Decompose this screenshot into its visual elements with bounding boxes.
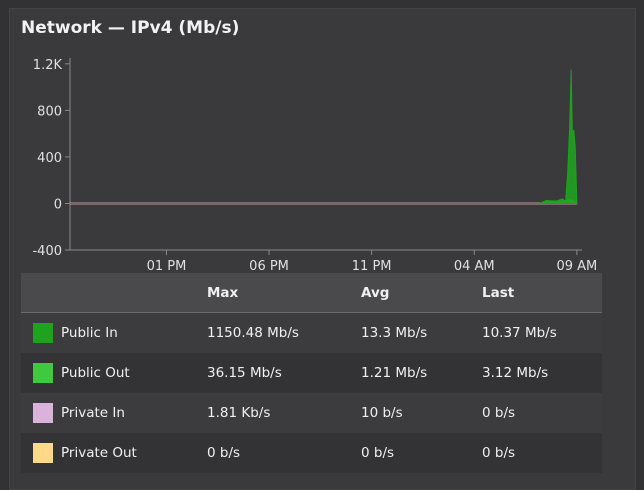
x-tick-label: 06 PM bbox=[249, 259, 289, 270]
legend-row-public-in[interactable]: Public In 1150.48 Mb/s 13.3 Mb/s 10.37 M… bbox=[21, 312, 602, 353]
legend-max-value: 1150.48 Mb/s bbox=[207, 312, 361, 353]
y-tick-label: 800 bbox=[37, 104, 62, 119]
legend-swatch bbox=[33, 403, 53, 423]
series-area-public-in bbox=[70, 69, 578, 204]
y-tick-label: 400 bbox=[37, 151, 62, 166]
legend-swatch bbox=[33, 323, 53, 343]
legend-series-name: Public In bbox=[61, 325, 118, 341]
legend-header-last[interactable]: Last bbox=[482, 273, 602, 313]
legend-row-private-out[interactable]: Private Out 0 b/s 0 b/s 0 b/s bbox=[21, 433, 602, 473]
x-tick-label: 01 PM bbox=[147, 259, 187, 270]
x-tick-label: 11 PM bbox=[352, 259, 392, 270]
legend-header-avg[interactable]: Avg bbox=[361, 273, 482, 313]
y-tick-label: 1.2K bbox=[33, 58, 63, 73]
y-tick-label: 0 bbox=[54, 197, 62, 212]
legend-swatch bbox=[33, 363, 53, 383]
legend-table: Max Avg Last Public In 1150.48 Mb/s 13.3… bbox=[21, 273, 602, 473]
legend-avg-value: 10 b/s bbox=[361, 393, 482, 433]
legend-avg-value: 1.21 Mb/s bbox=[361, 353, 482, 393]
legend-series-name: Private In bbox=[61, 405, 125, 421]
x-tick-label: 09 AM bbox=[556, 259, 597, 270]
legend-series-name: Private Out bbox=[61, 445, 137, 461]
legend-avg-value: 13.3 Mb/s bbox=[361, 312, 482, 353]
legend-header-max[interactable]: Max bbox=[207, 273, 361, 313]
legend-series-name: Public Out bbox=[61, 365, 130, 381]
legend-last-value: 10.37 Mb/s bbox=[482, 312, 602, 353]
legend-last-value: 3.12 Mb/s bbox=[482, 353, 602, 393]
legend-header-name bbox=[21, 273, 207, 313]
legend-last-value: 0 b/s bbox=[482, 433, 602, 473]
network-chart: 1.2K 800 400 0 -400 01 PM 06 PM 11 PM 04 AM 09 AM bbox=[32, 58, 597, 270]
legend-header-row: Max Avg Last bbox=[21, 273, 602, 313]
legend-avg-value: 0 b/s bbox=[361, 433, 482, 473]
legend-swatch bbox=[33, 443, 53, 463]
legend-row-private-in[interactable]: Private In 1.81 Kb/s 10 b/s 0 b/s bbox=[21, 393, 602, 433]
legend-max-value: 36.15 Mb/s bbox=[207, 353, 361, 393]
legend-max-value: 0 b/s bbox=[207, 433, 361, 473]
legend-max-value: 1.81 Kb/s bbox=[207, 393, 361, 433]
x-tick-label: 04 AM bbox=[454, 259, 495, 270]
legend-row-public-out[interactable]: Public Out 36.15 Mb/s 1.21 Mb/s 3.12 Mb/… bbox=[21, 353, 602, 393]
legend-last-value: 0 b/s bbox=[482, 393, 602, 433]
y-tick-label: -400 bbox=[32, 244, 62, 259]
